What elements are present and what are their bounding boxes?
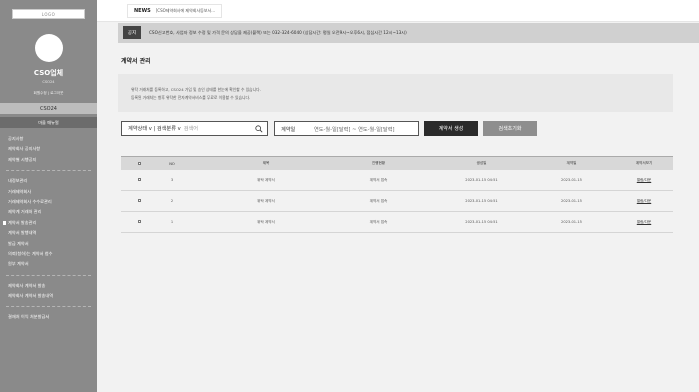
date-range-input[interactable]: 연도-월-일[달력] ~ 연도-월-일[달력] [314, 126, 395, 133]
table-row[interactable]: 3 위탁 계약서 계약서 접속 2023-01-15 04:51 2023-01-15 열… [121, 170, 673, 191]
date-filter[interactable]: 계약일 연도-월-일[달력] ~ 연도-월-일[달력] [274, 121, 419, 136]
sidebar-menu-item[interactable]: 원부 계약서 [0, 259, 97, 269]
menu-divider [6, 170, 91, 172]
news-ticker[interactable]: NEWS [CSO제약회사에 제약회사등보서... [127, 4, 223, 18]
sidebar-menu-item[interactable]: 발급 계약서 [0, 239, 97, 249]
header-created: 생성일 [476, 161, 487, 165]
header-view: 계약서보기 [635, 161, 653, 165]
csc24-button[interactable]: CSO24 [0, 103, 97, 114]
sidebar-menu-item[interactable]: 제약회사 계약서 발송 [0, 281, 97, 291]
org-code: CSO24 [42, 80, 55, 84]
menu-divider [6, 306, 91, 308]
create-contract-button[interactable]: 계약서 생성 [424, 121, 478, 136]
sidebar-menu-item[interactable]: 결재처 이익 처분발급서 [0, 312, 97, 322]
search-icon[interactable] [255, 125, 263, 133]
logo[interactable]: LOGO [12, 9, 85, 19]
org-name: CSO업체 [33, 69, 64, 77]
header-checkbox[interactable] [136, 161, 142, 166]
checkbox[interactable] [137, 220, 141, 223]
row-created: 2023-01-15 04:51 [465, 220, 498, 224]
sidebar-menu: 공지사항 제약회사 공지사항 제약별 시행공지내정보관리 거래제약회사 거래제약회사 수… [0, 134, 97, 323]
row-view-link[interactable]: 열람/다운 [619, 199, 669, 204]
sidebar-menu-item[interactable]: 의뢰(청하)는 계약서 첨수 [0, 249, 97, 259]
row-checkbox[interactable] [136, 199, 142, 203]
date-label: 계약일 [281, 127, 296, 133]
row-title[interactable]: 위탁 계약서 [241, 178, 291, 183]
row-contract-date: 2023-01-15 [561, 178, 582, 182]
sidebar-menu-item[interactable]: 거래제약회사 [0, 187, 97, 197]
row-contract-date: 2023-01-15 [561, 220, 582, 224]
sidebar-menu-item[interactable]: 내정보관리 [0, 176, 97, 186]
status-select-label: 계약상태 [128, 126, 148, 132]
notice-text: CSO신고번호, 사업자 정보 수정 및 가격 문의 상담을 제공(블랙) 또는… [149, 30, 407, 35]
top-bar: NEWS [CSO제약회사에 제약회사등보서... [97, 0, 699, 22]
search-filter[interactable]: 계약상태 v | 검색분류 v 검색어 [121, 121, 268, 136]
sidebar-menu-item[interactable]: 제약별 시행공지 [0, 155, 97, 165]
category-select[interactable]: 검색분류 v [157, 125, 181, 132]
news-text[interactable]: [CSO제약회사에 제약회사등보서... [156, 8, 215, 14]
notice-bar: 공지 CSO신고번호, 사업자 정보 수정 및 가격 문의 상담을 제공(블랙)… [118, 23, 699, 43]
row-checkbox[interactable] [136, 178, 142, 182]
row-view-link[interactable]: 열람/다운 [619, 178, 669, 183]
table-row[interactable]: 2 위탁 계약서 계약서 접속 2023-01-15 04:51 2023-01-15 열… [121, 191, 673, 212]
header-contract-date: 계약일 [566, 161, 577, 165]
row-contract-date: 2023-01-15 [561, 199, 582, 203]
row-title[interactable]: 위탁 계약서 [241, 220, 291, 225]
menu-divider [6, 274, 91, 276]
row-created: 2023-01-15 04:51 [465, 199, 498, 203]
row-title[interactable]: 위탁 계약서 [241, 199, 291, 204]
row-checkbox[interactable] [136, 220, 142, 224]
header-no: NO [169, 161, 175, 166]
row-no: 2 [170, 199, 174, 203]
row-no: 3 [170, 178, 174, 182]
table-row[interactable]: 1 위탁 계약서 계약서 접속 2023-01-15 04:51 2023-01-15 열… [121, 212, 673, 233]
header-status: 진행현황 [371, 161, 386, 165]
sidebar-menu-item[interactable]: 제약계 거래처 관리 [0, 207, 97, 217]
status-select[interactable]: 계약상태 v [128, 125, 152, 132]
info-line: 등록된 거래처는 향후 위탁한 전자계약서비스를 무료로 이용할 수 있습니다. [131, 95, 251, 100]
checkbox[interactable] [137, 178, 141, 181]
avatar [35, 34, 63, 62]
sidebar: LOGO CSO업체 CSO24 회원수정 | 로그아웃 CSO24 마을 매뉴… [0, 0, 97, 392]
search-input[interactable]: 검색어 [184, 125, 198, 132]
info-box: 위탁 거래처를 등록하고, CSO24 가입 및 승인 상태를 한눈에 확인할 … [118, 74, 673, 112]
row-status: 계약서 접속 [369, 219, 388, 224]
logo-text: LOGO [41, 11, 56, 17]
checkbox[interactable] [137, 161, 141, 165]
header-title: 제목 [262, 161, 270, 165]
row-status: 계약서 접속 [369, 198, 388, 203]
table-body: 3 위탁 계약서 계약서 접속 2023-01-15 04:51 2023-01-15 열… [121, 170, 673, 233]
sidebar-menu-item[interactable]: 제약회사 계약서 발송내역 [0, 291, 97, 301]
sidebar-menu-item[interactable]: 거래제약회사 수수료관리 [0, 197, 97, 207]
app-root: LOGO CSO업체 CSO24 회원수정 | 로그아웃 CSO24 마을 매뉴… [0, 0, 699, 392]
sidebar-menu-item[interactable]: 공지사항 [0, 134, 97, 144]
table-header: NO 제목 진행현황 생성일 계약일 계약서보기 [121, 156, 673, 170]
news-tag: NEWS [134, 8, 151, 14]
category-select-label: 검색분류 [156, 126, 176, 132]
page-title: 계약서 관리 [121, 58, 151, 65]
contract-table: NO 제목 진행현황 생성일 계약일 계약서보기 3 위탁 계약서 계약서 접속 20… [121, 156, 673, 233]
sidebar-menu-item[interactable]: 계약서 발행내역 [0, 228, 97, 238]
row-view-link[interactable]: 열람/다운 [619, 220, 669, 225]
notice-tag: 공지 [123, 26, 141, 39]
info-line: 위탁 거래처를 등록하고, CSO24 가입 및 승인 상태를 한눈에 확인할 … [131, 87, 261, 92]
row-no: 1 [170, 220, 174, 224]
row-status: 계약서 접속 [369, 177, 388, 182]
sidebar-menu-item[interactable]: 계약서 발송관리 [0, 218, 97, 228]
manual-button[interactable]: 마을 매뉴얼 [0, 117, 97, 128]
row-created: 2023-01-15 04:51 [465, 178, 498, 182]
sidebar-menu-item[interactable]: 제약회사 공지사항 [0, 144, 97, 154]
reset-search-button[interactable]: 검색초기화 [483, 121, 537, 136]
checkbox[interactable] [137, 199, 141, 202]
user-links[interactable]: 회원수정 | 로그아웃 [0, 91, 97, 96]
